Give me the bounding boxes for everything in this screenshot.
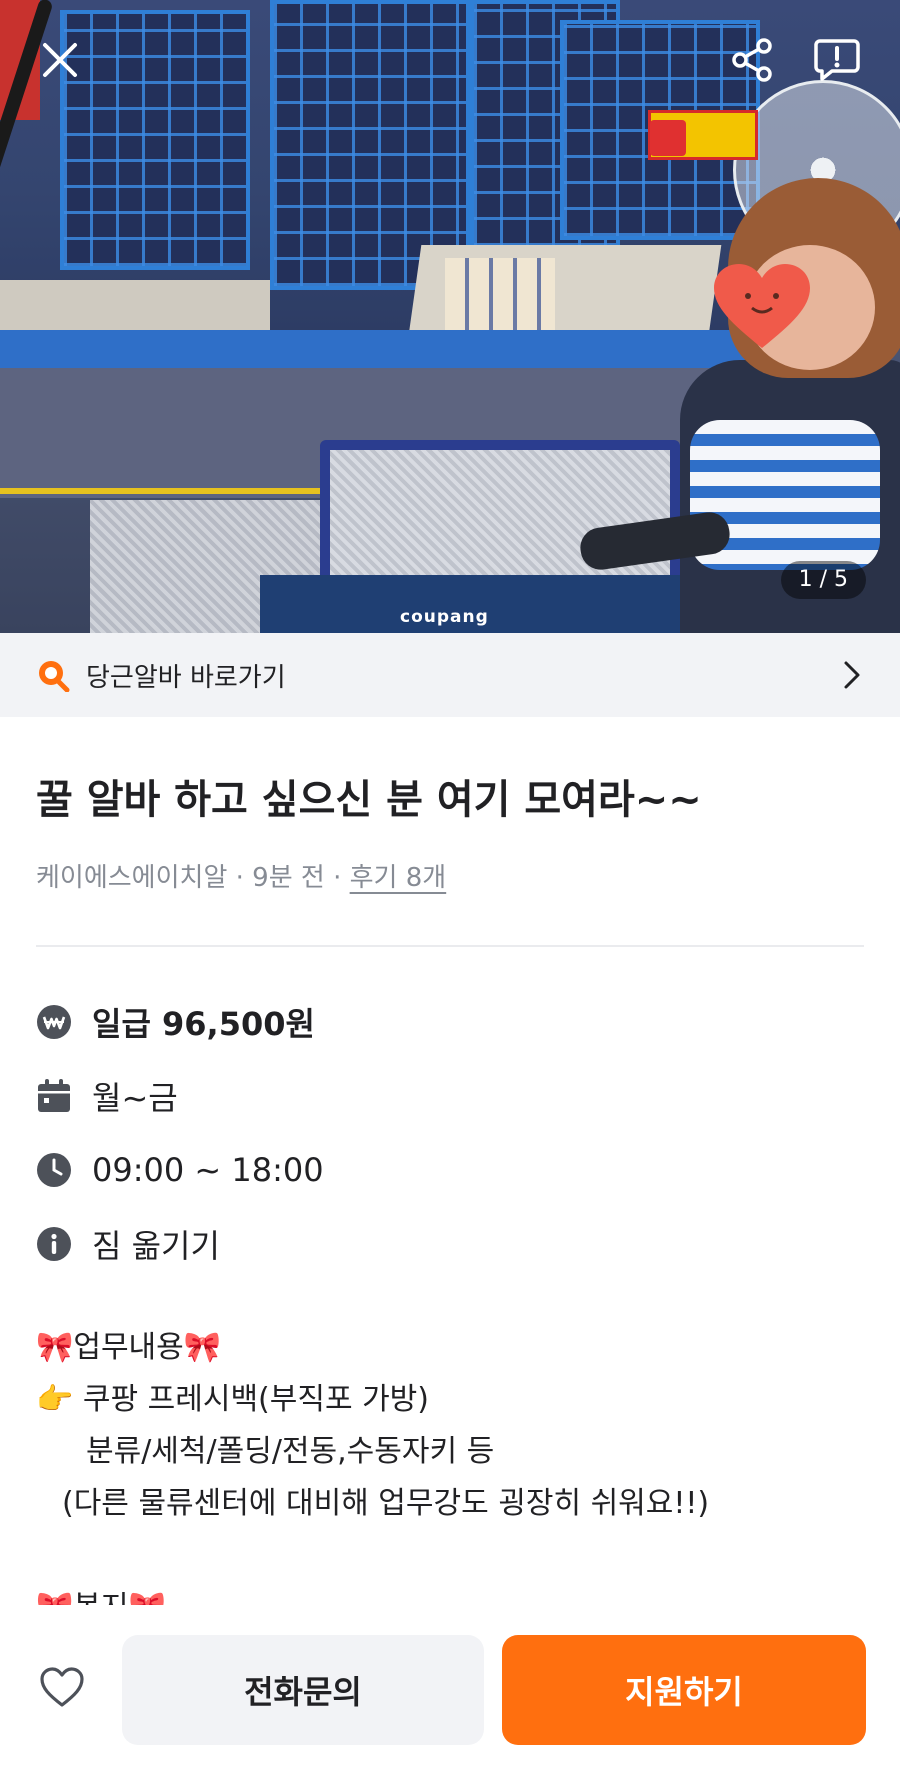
face-cover-heart-icon [714,264,810,348]
share-icon[interactable] [720,28,784,92]
won-coin-icon [36,1004,72,1040]
reviews-link[interactable]: 후기 8개 [350,863,447,893]
clock-icon [36,1152,72,1188]
meta-separator: · [227,863,253,893]
pay-text: 일급 96,500원 [92,1005,315,1043]
post-meta: 케이에스에이치알 · 9분 전 · 후기 8개 [36,858,446,898]
hero-bag-brand: coupang [400,607,489,627]
divider [36,945,864,947]
desc-heading-text: 업무내용 [73,1330,184,1365]
desc-spacer [36,1530,866,1582]
report-icon[interactable] [805,28,869,92]
close-icon[interactable] [28,28,92,92]
post-title: 꿀 알바 하고 싶으신 분 여기 모여라~~ [36,777,702,823]
chevron-right-icon [844,661,860,689]
daangn-alba-banner[interactable]: 당근알바 바로가기 [0,633,900,717]
pay-row: 일급 96,500원 [36,1000,315,1044]
banner-label: 당근알바 바로가기 [86,662,286,693]
image-counter: 1 / 5 [780,561,866,599]
meta-separator: · [324,863,350,893]
days-text: 월~금 [92,1079,178,1117]
heart-outline-icon[interactable] [30,1655,94,1719]
hero-sign-red [650,120,686,156]
author-name[interactable]: 케이에스에이치알 [36,863,227,893]
hours-text: 09:00 ~ 18:00 [92,1151,324,1189]
call-inquiry-button[interactable]: 전화문의 [122,1635,484,1745]
search-icon [39,661,70,692]
bottom-action-bar: 전화문의 지원하기 [0,1605,900,1765]
info-icon [36,1226,72,1262]
post-time: 9분 전 [252,863,325,893]
ribbon-emoji: 🎀 [183,1330,222,1365]
hero-image[interactable]: coupang 1 / 5 [0,0,900,633]
post-description: 🎀업무내용🎀 👉 쿠팡 프레시백(부직포 가방) 분류/세척/폴딩/전동,수동자… [36,1322,866,1622]
apply-button[interactable]: 지원하기 [502,1635,866,1745]
hours-row: 09:00 ~ 18:00 [36,1148,324,1192]
desc-line-text: 쿠팡 프레시백(부직포 가방) [82,1382,429,1417]
task-text: 짐 옮기기 [92,1227,220,1265]
desc-line: 분류/세척/폴딩/전동,수동자키 등 [86,1434,495,1469]
days-row: 월~금 [36,1074,178,1118]
ribbon-emoji: 🎀 [36,1330,74,1365]
desc-line: 👉 쿠팡 프레시백(부직포 가방) [36,1374,866,1426]
desc-heading: 🎀업무내용🎀 [36,1322,866,1374]
calendar-icon [36,1078,72,1114]
task-row: 짐 옮기기 [36,1222,220,1266]
desc-line: (다른 물류센터에 대비해 업무강도 굉장히 쉬워요!!) [62,1486,710,1521]
pointing-hand-emoji: 👉 [36,1382,74,1417]
hero-conveyor [0,330,780,370]
hero-posters [445,258,555,333]
